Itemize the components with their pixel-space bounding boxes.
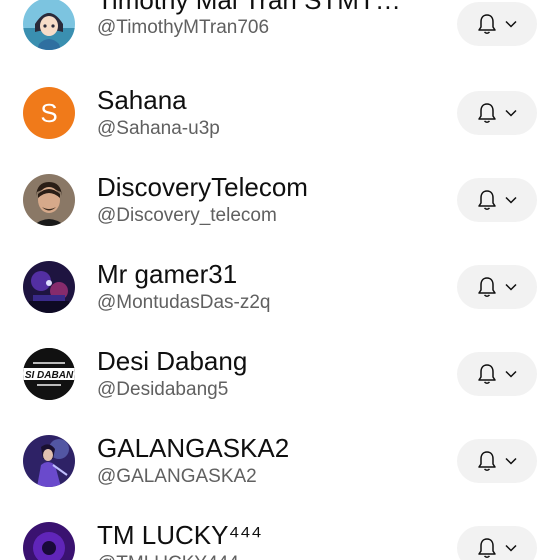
man-portrait-avatar-icon bbox=[23, 174, 75, 226]
channel-row[interactable]: TM LUCKY⁴⁴⁴ @TMLUCKY444 bbox=[0, 504, 560, 560]
channel-handle: @TMLUCKY444 bbox=[97, 552, 437, 560]
chevron-down-icon bbox=[505, 544, 517, 552]
channel-handle: @Desidabang5 bbox=[97, 379, 229, 400]
channel-handle: @GALANGASKA2 bbox=[97, 466, 257, 487]
channel-name[interactable]: Timothy Mai Tran STMT… bbox=[97, 0, 427, 16]
channel-avatar[interactable] bbox=[23, 435, 75, 487]
channel-name[interactable]: Desi Dabang bbox=[97, 345, 427, 377]
gaming-avatar-icon bbox=[23, 261, 75, 313]
channel-name[interactable]: Sahana bbox=[97, 84, 427, 116]
channel-handle: @MontudasDas-z2q bbox=[97, 292, 271, 313]
channel-avatar[interactable] bbox=[23, 261, 75, 313]
anime-character-avatar-icon bbox=[23, 0, 75, 50]
notification-bell-button[interactable] bbox=[457, 526, 537, 560]
notification-bell-button[interactable] bbox=[457, 178, 537, 222]
subscriptions-list: Timothy Mai Tran STMT… @TimothyMTran706 … bbox=[0, 0, 560, 560]
channel-row[interactable]: SI DABAN Desi Dabang @Desidabang5 bbox=[0, 330, 560, 417]
channel-avatar[interactable]: SI DABAN bbox=[23, 348, 75, 400]
channel-handle: @Discovery_telecom bbox=[97, 205, 277, 226]
desi-dabang-logo-avatar-icon: SI DABAN bbox=[23, 348, 75, 400]
notification-bell-button[interactable] bbox=[457, 352, 537, 396]
bell-icon bbox=[478, 14, 496, 34]
bell-icon bbox=[478, 538, 496, 558]
channel-row[interactable]: Mr gamer31 @MontudasDas-z2q bbox=[0, 243, 560, 330]
channel-handle: @Sahana-u3p bbox=[97, 118, 220, 139]
bell-icon bbox=[478, 103, 496, 123]
game-character-avatar-icon bbox=[23, 435, 75, 487]
bell-icon bbox=[478, 364, 496, 384]
chevron-down-icon bbox=[505, 196, 517, 204]
channel-name[interactable]: TM LUCKY⁴⁴⁴ bbox=[97, 519, 427, 551]
notification-bell-button[interactable] bbox=[457, 265, 537, 309]
bell-icon bbox=[478, 277, 496, 297]
channel-name[interactable]: Mr gamer31 bbox=[97, 258, 427, 290]
chevron-down-icon bbox=[505, 109, 517, 117]
logo-text: SI DABAN bbox=[25, 370, 74, 381]
channel-handle: @TimothyMTran706 bbox=[97, 17, 270, 38]
bell-icon bbox=[478, 190, 496, 210]
purple-gaming-avatar-icon bbox=[23, 522, 75, 560]
channel-name[interactable]: DiscoveryTelecom bbox=[97, 171, 427, 203]
channel-row[interactable]: DiscoveryTelecom @Discovery_telecom bbox=[0, 156, 560, 243]
notification-bell-button[interactable] bbox=[457, 91, 537, 135]
channel-row[interactable]: Timothy Mai Tran STMT… @TimothyMTran706 bbox=[0, 0, 560, 69]
channel-name[interactable]: GALANGASKA2 bbox=[97, 432, 427, 464]
bell-icon bbox=[478, 451, 496, 471]
chevron-down-icon bbox=[505, 283, 517, 291]
chevron-down-icon bbox=[505, 20, 517, 28]
notification-bell-button[interactable] bbox=[457, 2, 537, 46]
channel-avatar[interactable]: S bbox=[23, 87, 75, 139]
notification-bell-button[interactable] bbox=[457, 439, 537, 483]
chevron-down-icon bbox=[505, 370, 517, 378]
chevron-down-icon bbox=[505, 457, 517, 465]
channel-row[interactable]: S Sahana @Sahana-u3p bbox=[0, 69, 560, 156]
channel-avatar[interactable] bbox=[23, 522, 75, 560]
channel-row[interactable]: GALANGASKA2 @GALANGASKA2 bbox=[0, 417, 560, 504]
channel-avatar[interactable] bbox=[23, 0, 75, 50]
channel-avatar[interactable] bbox=[23, 174, 75, 226]
